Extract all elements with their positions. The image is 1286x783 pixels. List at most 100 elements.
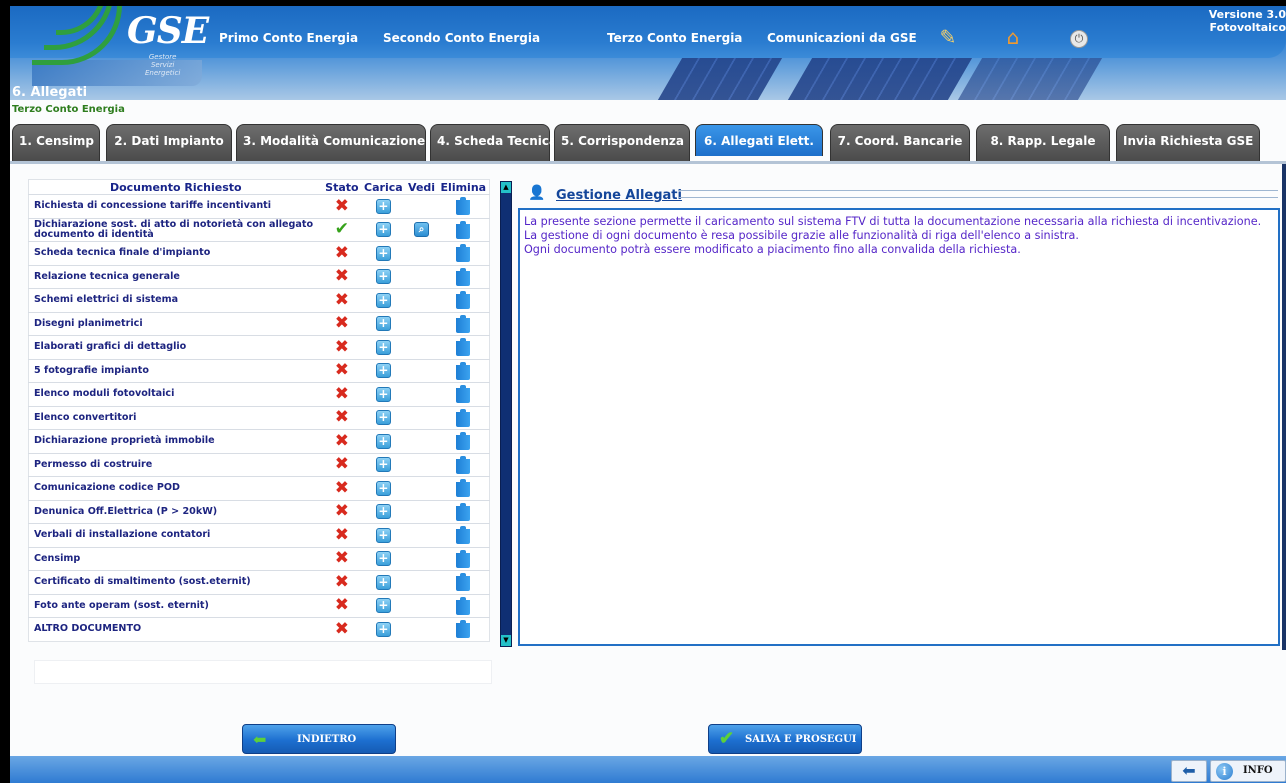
page-scrollbar[interactable] xyxy=(1282,164,1286,650)
trash-icon[interactable] xyxy=(456,620,471,639)
tab-censimp[interactable]: 1. Censimp xyxy=(12,124,100,162)
table-footer xyxy=(34,660,492,684)
tab-allegati-elett[interactable]: 6. Allegati Elett. xyxy=(695,124,823,156)
trash-icon[interactable] xyxy=(456,526,471,545)
status-missing-icon: ✖ xyxy=(334,548,350,569)
view-magnifier-icon[interactable]: ⌕ xyxy=(414,222,430,238)
upload-plus-icon[interactable]: + xyxy=(375,551,391,567)
upload-plus-icon[interactable]: + xyxy=(375,480,391,496)
status-cell: ✖ xyxy=(322,452,362,477)
nav-secondo-conto-energia[interactable]: Secondo Conto Energia xyxy=(383,31,540,45)
trash-icon[interactable] xyxy=(456,267,471,286)
document-name: Dichiarazione proprietà immobile xyxy=(28,429,323,453)
upload-plus-icon[interactable]: + xyxy=(375,316,391,332)
info-button-label: INFO xyxy=(1243,765,1273,776)
delete-cell xyxy=(437,617,490,641)
upload-plus-icon[interactable]: + xyxy=(375,363,391,379)
table-header-row: Documento Richiesto Stato Carica Vedi El… xyxy=(29,180,490,195)
power-icon[interactable]: ⏻ xyxy=(1066,24,1092,50)
upload-plus-icon[interactable]: + xyxy=(375,222,391,238)
tab-dati-impianto[interactable]: 2. Dati Impianto xyxy=(106,124,232,162)
save-continue-button[interactable]: ✔ SALVA E PROSEGUI xyxy=(708,724,862,754)
trash-icon[interactable] xyxy=(456,338,471,357)
delete-cell xyxy=(437,570,490,594)
tab-rapp-legale[interactable]: 8. Rapp. Legale xyxy=(976,124,1110,162)
upload-plus-icon[interactable]: + xyxy=(375,410,391,426)
trash-icon[interactable] xyxy=(456,197,471,216)
status-cell: ✖ xyxy=(322,429,362,453)
trash-icon[interactable] xyxy=(456,549,471,568)
documents-scrollbar[interactable]: ▲ ▼ xyxy=(500,181,512,647)
upload-plus-icon[interactable]: + xyxy=(375,292,391,308)
upload-plus-icon[interactable]: + xyxy=(375,527,391,543)
upload-plus-icon[interactable]: + xyxy=(375,598,391,614)
scroll-down-icon[interactable]: ▼ xyxy=(501,635,511,646)
upload-plus-icon[interactable]: + xyxy=(375,574,391,590)
scroll-up-icon[interactable]: ▲ xyxy=(501,182,511,193)
upload-plus-icon[interactable]: + xyxy=(375,504,391,520)
logo-subtitle-line: Energetici xyxy=(145,69,181,77)
trash-icon[interactable] xyxy=(456,596,471,615)
trash-icon[interactable] xyxy=(456,291,471,310)
document-name: Foto ante operam (sost. eternit) xyxy=(28,593,323,618)
home-icon[interactable]: ⌂ xyxy=(1000,24,1026,50)
upload-plus-icon[interactable]: + xyxy=(375,457,391,473)
tab-modalita-comunicazione[interactable]: 3. Modalità Comunicazione xyxy=(236,124,426,162)
back-button[interactable]: ⬅ INDIETRO xyxy=(242,724,396,754)
trash-icon[interactable] xyxy=(456,479,471,498)
nav-terzo-conto-energia[interactable]: Terzo Conto Energia xyxy=(607,31,742,45)
info-paragraph: Ogni documento potrà essere modificato a… xyxy=(524,243,1021,256)
document-name: Elenco convertitori xyxy=(28,405,323,430)
document-name: Certificato di smaltimento (sost.eternit… xyxy=(28,570,323,594)
document-name: Scheda tecnica finale d'impianto xyxy=(28,241,323,265)
delete-cell xyxy=(437,405,490,430)
trash-icon[interactable] xyxy=(456,455,471,474)
document-name: Elenco moduli fotovoltaici xyxy=(28,382,323,406)
upload-plus-icon[interactable]: + xyxy=(375,198,391,214)
upload-plus-icon[interactable]: + xyxy=(375,245,391,261)
solar-panel-graphic xyxy=(787,58,973,100)
delete-cell xyxy=(437,194,490,218)
table-row: Richiesta di concessione tariffe incenti… xyxy=(28,194,490,218)
trash-icon[interactable] xyxy=(456,432,471,451)
tab-coord-bancarie[interactable]: 7. Coord. Bancarie xyxy=(830,124,970,162)
upload-plus-icon[interactable]: + xyxy=(375,269,391,285)
table-row: ALTRO DOCUMENTO ✖ + xyxy=(28,617,490,641)
document-name: Richiesta di concessione tariffe incenti… xyxy=(28,194,323,218)
col-documento: Documento Richiesto xyxy=(109,180,242,194)
status-bar: ⬅ i INFO xyxy=(10,756,1286,783)
status-cell: ✖ xyxy=(322,335,362,359)
upload-cell: + xyxy=(361,593,406,618)
tab-corrispondenza[interactable]: 5. Corrispondenza xyxy=(554,124,690,162)
trash-icon[interactable] xyxy=(456,573,471,592)
view-cell: ⌕ xyxy=(405,217,438,242)
edit-note-icon[interactable]: ✎ xyxy=(935,24,961,50)
nav-back-button[interactable]: ⬅ xyxy=(1171,760,1207,782)
upload-plus-icon[interactable]: + xyxy=(375,386,391,402)
upload-plus-icon[interactable]: + xyxy=(375,433,391,449)
tab-invia-richiesta[interactable]: Invia Richiesta GSE xyxy=(1116,124,1260,162)
page-subtitle: Terzo Conto Energia xyxy=(12,104,125,115)
table-row: 5 fotografie impianto ✖ + xyxy=(28,358,490,383)
trash-icon[interactable] xyxy=(456,361,471,380)
version-label: Versione 3.0 Fotovoltaico xyxy=(1206,8,1286,34)
trash-icon[interactable] xyxy=(456,385,471,404)
trash-icon[interactable] xyxy=(456,244,471,263)
trash-icon[interactable] xyxy=(456,314,471,333)
view-cell xyxy=(405,617,438,641)
nav-primo-conto-energia[interactable]: Primo Conto Energia xyxy=(219,31,358,45)
trash-icon[interactable] xyxy=(456,220,471,239)
gestione-info-box: La presente sezione permette il caricame… xyxy=(518,208,1280,646)
info-button[interactable]: i INFO xyxy=(1210,760,1286,782)
delete-cell xyxy=(437,476,490,500)
status-cell: ✖ xyxy=(322,593,362,618)
status-cell: ✖ xyxy=(322,358,362,383)
upload-plus-icon[interactable]: + xyxy=(375,621,391,637)
table-row: Verbali di installazione contatori ✖ + xyxy=(28,523,490,547)
trash-icon[interactable] xyxy=(456,502,471,521)
trash-icon[interactable] xyxy=(456,408,471,427)
upload-plus-icon[interactable]: + xyxy=(375,339,391,355)
tab-scheda-tecnica[interactable]: 4. Scheda Tecnica xyxy=(430,124,557,162)
nav-comunicazioni-gse[interactable]: Comunicazioni da GSE xyxy=(767,31,917,45)
power-icon-glyph: ⏻ xyxy=(1070,29,1088,48)
